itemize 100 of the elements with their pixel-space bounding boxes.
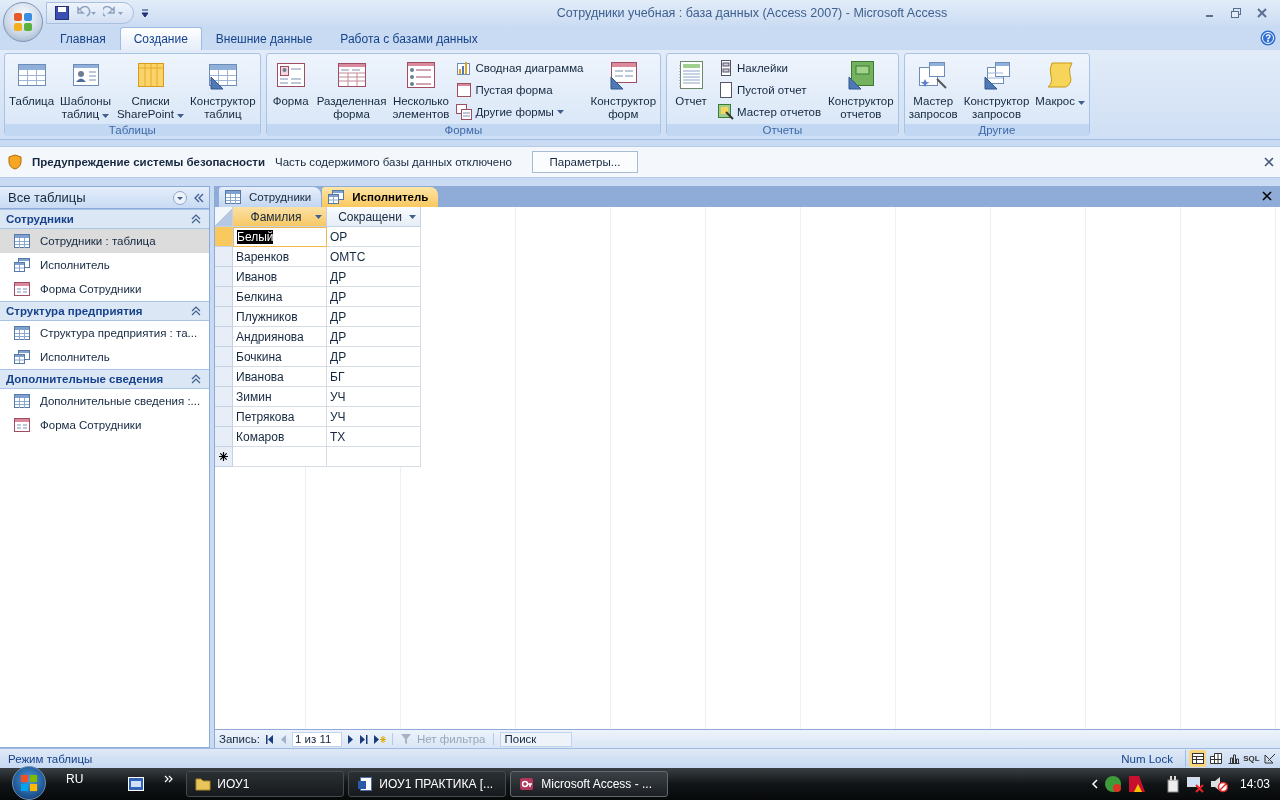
ribbon-button[interactable]: Таблица [7,56,57,111]
ribbon-tab[interactable]: Главная [46,27,120,50]
document-tab[interactable]: Сотрудники [219,187,322,207]
power-icon[interactable] [1165,775,1180,793]
start-button[interactable] [12,766,46,800]
ribbon-button[interactable]: Отчет [669,56,714,111]
nav-group-header[interactable]: Структура предприятия [0,301,209,321]
nav-item[interactable]: Дополнительные сведения :... [0,389,209,413]
help-icon[interactable] [1260,30,1276,46]
nav-group-header[interactable]: Сотрудники [0,209,209,229]
ribbon-button[interactable]: Разделенная форма [314,56,389,124]
taskbar-button[interactable]: ИОУ1 [186,771,345,797]
ribbon-button[interactable]: Другие формы [453,101,587,123]
nav-item[interactable]: Структура предприятия : та... [0,321,209,345]
chevron-icon[interactable] [1090,779,1098,789]
ribbon-button[interactable]: Форма [268,56,313,111]
record-number-field[interactable]: 1 из 11 [291,731,342,747]
row-selector[interactable] [215,447,233,467]
table-cell[interactable]: УЧ [327,407,421,427]
taskbar-button[interactable]: Microsoft Access - ... [510,771,669,797]
table-cell[interactable]: Белый [233,227,327,247]
document-tab[interactable]: Исполнитель [322,187,439,207]
taskbar-button[interactable]: ИОУ1 ПРАКТИКА [... [348,771,507,797]
table-cell[interactable]: Иванова [233,367,327,387]
nav-group-header[interactable]: Дополнительные сведения [0,369,209,389]
table-cell[interactable]: Иванов [233,267,327,287]
folder-icon [195,776,212,792]
next-record-icon[interactable] [347,734,354,744]
ribbon-button[interactable]: Мастер отчетов [715,101,825,123]
table-cell[interactable]: Петрякова [233,407,327,427]
table-cell[interactable]: ДР [327,287,421,307]
network-status-icon[interactable] [1185,775,1204,793]
last-record-icon[interactable] [359,734,368,744]
table-cell[interactable]: Зимин [233,387,327,407]
ribbon-button[interactable]: Мастер запросов [906,56,960,124]
antivirus-icon[interactable] [1127,775,1146,793]
dropdown-icon[interactable] [173,190,187,205]
network-icon[interactable] [1103,775,1122,793]
clock: 14:03 [1239,777,1270,791]
ribbon-button[interactable]: Шаблоны таблиц [58,56,113,124]
ribbon-tab[interactable]: Внешние данные [201,27,327,50]
ribbon-tab[interactable]: Работа с базами данных [326,27,492,50]
nav-item[interactable]: Форма Сотрудники [0,277,209,301]
table-cell[interactable]: Плужников [233,307,327,327]
restore-icon[interactable] [1230,7,1242,19]
volume-muted-icon[interactable] [1209,775,1228,793]
view-button[interactable] [1189,750,1206,767]
table-cell[interactable]: Белкина [233,287,327,307]
table-cell[interactable] [327,447,421,467]
table-cell[interactable]: Андриянова [233,327,327,347]
column-header[interactable]: Сокращени [327,207,421,227]
view-button[interactable]: SQL [1243,750,1260,767]
options-button[interactable]: Параметры... [531,151,638,173]
table-cell[interactable]: ОР [327,227,421,247]
ribbon-button[interactable]: Конструктор таблиц [188,56,258,124]
table-cell[interactable]: ДР [327,267,421,287]
table-cell[interactable]: Комаров [233,427,327,447]
ribbon-button[interactable]: Конструктор отчетов [826,56,896,124]
ribbon-button[interactable]: Макрос [1033,56,1088,111]
first-record-icon[interactable] [265,734,274,744]
nav-item[interactable]: Исполнитель [0,253,209,277]
customize-icon[interactable] [140,8,150,18]
close-icon[interactable] [1262,191,1272,201]
table-cell[interactable]: ДР [327,307,421,327]
chevron-icon[interactable] [164,775,175,783]
table-cell[interactable]: Варенков [233,247,327,267]
close-icon[interactable] [1256,7,1268,19]
desktop-icon[interactable] [128,777,145,791]
ribbon-button[interactable]: Несколько элементов [390,56,452,124]
nav-item[interactable]: Исполнитель [0,345,209,369]
table-cell[interactable]: ДР [327,327,421,347]
view-button[interactable] [1207,750,1224,767]
ribbon-button[interactable]: Пустой отчет [715,79,825,101]
form-icon [14,418,30,432]
office-button[interactable] [3,2,43,42]
ribbon-button[interactable]: Конструктор запросов [961,56,1032,124]
ribbon-button[interactable]: Пустая форма [453,79,587,101]
column-header[interactable]: Фамилия [233,207,327,227]
ribbon-button[interactable]: Наклейки [715,57,825,79]
language-indicator[interactable]: RU [66,772,84,786]
ribbon-button[interactable]: Списки SharePoint [114,56,187,124]
search-field[interactable]: Поиск [500,731,573,747]
table-cell[interactable]: ДР [327,347,421,367]
group-label: Другие [904,124,1090,136]
nav-item[interactable]: Сотрудники : таблица [0,229,209,253]
ribbon-button[interactable]: Сводная диаграмма [453,57,587,79]
collapse-icon[interactable] [193,191,205,204]
ribbon-tab[interactable]: Создание [119,27,202,50]
table-cell[interactable]: УЧ [327,387,421,407]
table-cell[interactable]: Бочкина [233,347,327,367]
table-cell[interactable]: ОМТС [327,247,421,267]
save-icon[interactable] [55,6,69,20]
table-cell[interactable] [233,447,327,467]
ribbon-button[interactable]: Конструктор форм [588,56,659,124]
nav-item[interactable]: Форма Сотрудники [0,413,209,437]
table-cell[interactable]: БГ [327,367,421,387]
new-record-icon[interactable] [373,734,386,744]
blank-report-icon [718,82,735,98]
table-cell[interactable]: ТХ [327,427,421,447]
close-icon[interactable] [1264,157,1274,167]
